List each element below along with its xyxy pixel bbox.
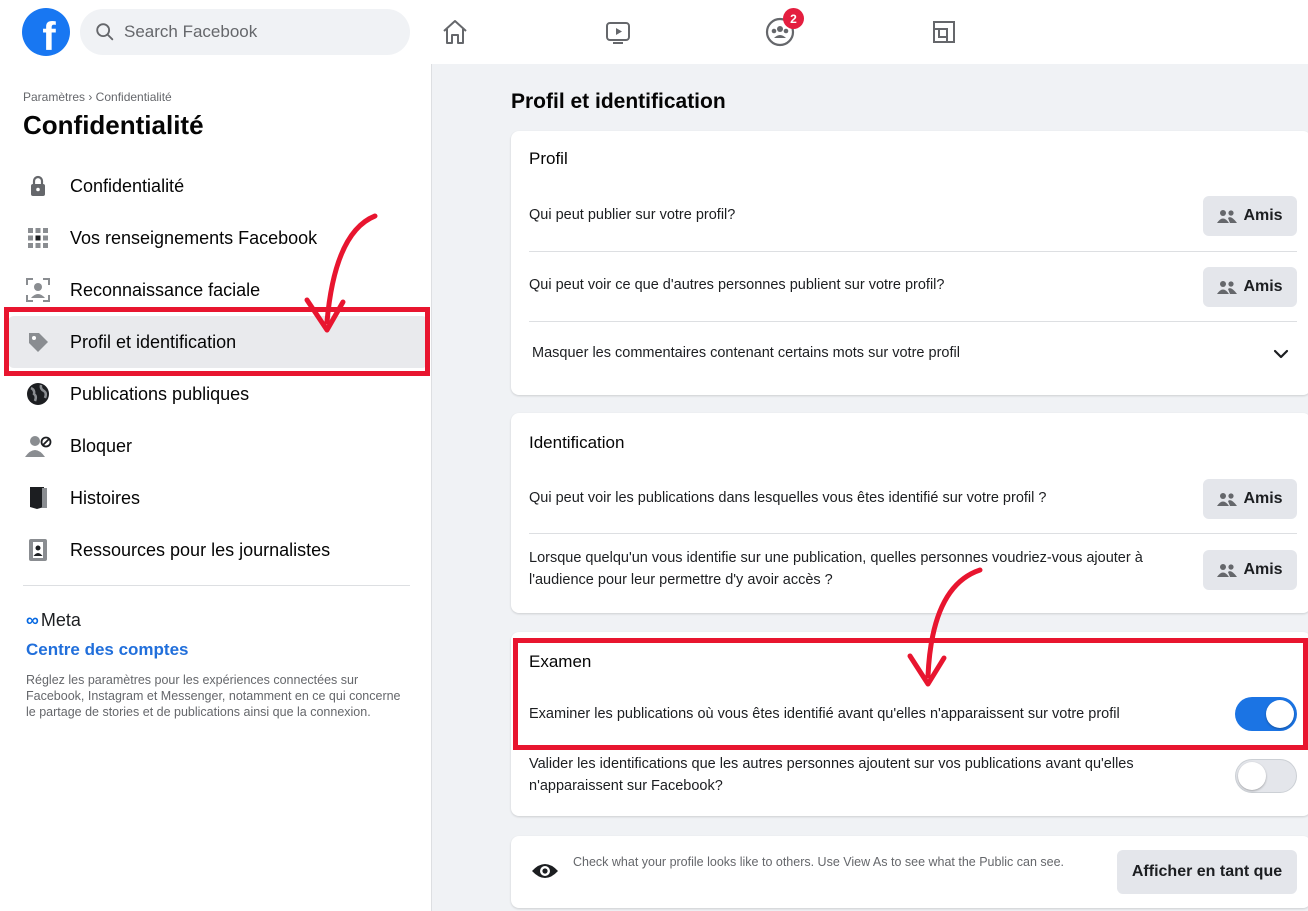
sidebar-title: Confidentialité	[23, 110, 204, 140]
section-heading: Examen	[529, 652, 592, 671]
identification-card: Identification Qui peut voir les publica…	[511, 413, 1308, 613]
sidebar-item-reconnaissance-faciale[interactable]: Reconnaissance faciale	[8, 264, 428, 316]
audience-value: Amis	[1243, 561, 1283, 578]
profil-card: Profil Qui peut publier sur votre profil…	[511, 131, 1308, 395]
audience-button[interactable]: Amis	[1203, 479, 1297, 519]
search-icon	[96, 23, 114, 41]
setting-label: Valider les identifications que les autr…	[529, 756, 1134, 794]
eye-icon	[532, 864, 558, 878]
friends-icon	[1217, 210, 1238, 223]
audience-button[interactable]: Amis	[1203, 267, 1297, 307]
search-input[interactable]	[124, 22, 384, 42]
view-as-button[interactable]: Afficher en tant que	[1117, 850, 1297, 894]
user-block-icon	[22, 430, 54, 462]
section-heading: Identification	[529, 433, 625, 452]
watch-video-icon[interactable]	[602, 16, 634, 48]
top-bar: f 2	[0, 0, 1308, 64]
toggle-knob	[1266, 700, 1294, 728]
notification-badge: 2	[783, 8, 804, 29]
setting-label: Qui peut publier sur votre profil?	[529, 207, 736, 223]
page-title: Profil et identification	[511, 90, 726, 113]
friends-icon	[1217, 281, 1238, 294]
setting-label: Qui peut voir les publications dans lesq…	[529, 490, 1047, 506]
sidebar-item-confidentialite[interactable]: Confidentialité	[8, 160, 428, 212]
search-box[interactable]	[80, 9, 410, 55]
sidebar-item-label: Profil et identification	[70, 331, 237, 352]
settings-sidebar: Paramètres › Confidentialité Confidentia…	[0, 64, 432, 911]
sidebar-item-publications-publiques[interactable]: Publications publiques	[8, 368, 428, 420]
sidebar-item-label: Bloquer	[70, 435, 133, 456]
validate-tags-toggle[interactable]	[1235, 759, 1297, 793]
home-icon[interactable]	[439, 16, 471, 48]
lock-icon	[22, 170, 54, 202]
review-tags-toggle[interactable]	[1235, 697, 1297, 731]
sidebar-item-ressources-journalistes[interactable]: Ressources pour les journalistes	[8, 524, 428, 576]
toggle-knob	[1238, 762, 1266, 790]
audience-value: Amis	[1243, 490, 1283, 507]
meta-logo-text: Meta	[40, 610, 81, 630]
face-scan-icon	[22, 274, 54, 306]
setting-label: Qui peut voir ce que d'autres personnes …	[529, 277, 945, 293]
meta-logo: ∞ Meta	[26, 610, 81, 631]
row-separator	[529, 251, 1297, 252]
accounts-center-description: Réglez les paramètres pour les expérienc…	[26, 673, 401, 719]
setting-label: Examiner les publications où vous êtes i…	[529, 706, 1120, 722]
sidebar-item-label: Histoires	[70, 487, 141, 508]
audience-button[interactable]: Amis	[1203, 550, 1297, 590]
audience-value: Amis	[1243, 278, 1283, 295]
audience-button[interactable]: Amis	[1203, 196, 1297, 236]
sidebar-item-label: Reconnaissance faciale	[70, 279, 261, 300]
audience-value: Amis	[1243, 207, 1283, 224]
setting-label: Lorsque quelqu'un vous identifie sur une…	[529, 550, 1143, 588]
setting-label[interactable]: Masquer les commentaires contenant certa…	[532, 342, 960, 364]
row-separator	[529, 533, 1297, 534]
sidebar-item-histoires[interactable]: Histoires	[8, 472, 428, 524]
friends-icon	[1217, 564, 1238, 577]
groups-icon[interactable]: 2	[764, 8, 804, 48]
accounts-center-link[interactable]: Centre des comptes	[26, 640, 189, 660]
sidebar-item-label: Vos renseignements Facebook	[70, 227, 318, 248]
examen-card: Examen Examiner les publications où vous…	[511, 632, 1308, 816]
gaming-icon[interactable]	[928, 16, 960, 48]
chevron-down-icon[interactable]	[1271, 344, 1291, 364]
row-separator	[529, 321, 1297, 322]
sidebar-item-vos-renseignements[interactable]: Vos renseignements Facebook	[8, 212, 428, 264]
globe-icon	[22, 378, 54, 410]
id-badge-icon	[22, 534, 54, 566]
facebook-logo-icon[interactable]: f	[22, 8, 70, 56]
section-heading: Profil	[529, 149, 568, 168]
meta-infinity-icon: ∞	[26, 610, 39, 630]
sidebar-item-label: Ressources pour les journalistes	[70, 539, 331, 560]
grid-icon	[22, 222, 54, 254]
sidebar-item-bloquer[interactable]: Bloquer	[8, 420, 428, 472]
sidebar-item-profil-identification[interactable]: Profil et identification	[8, 316, 428, 368]
tag-icon	[22, 326, 54, 358]
sidebar-divider	[23, 585, 410, 586]
view-as-card: Check what your profile looks like to ot…	[511, 836, 1308, 908]
book-icon	[22, 482, 54, 514]
sidebar-item-label: Publications publiques	[70, 383, 250, 404]
view-as-description: Check what your profile looks like to ot…	[573, 855, 1064, 869]
sidebar-item-label: Confidentialité	[70, 175, 185, 196]
friends-icon	[1217, 493, 1238, 506]
breadcrumb[interactable]: Paramètres › Confidentialité	[23, 90, 172, 104]
